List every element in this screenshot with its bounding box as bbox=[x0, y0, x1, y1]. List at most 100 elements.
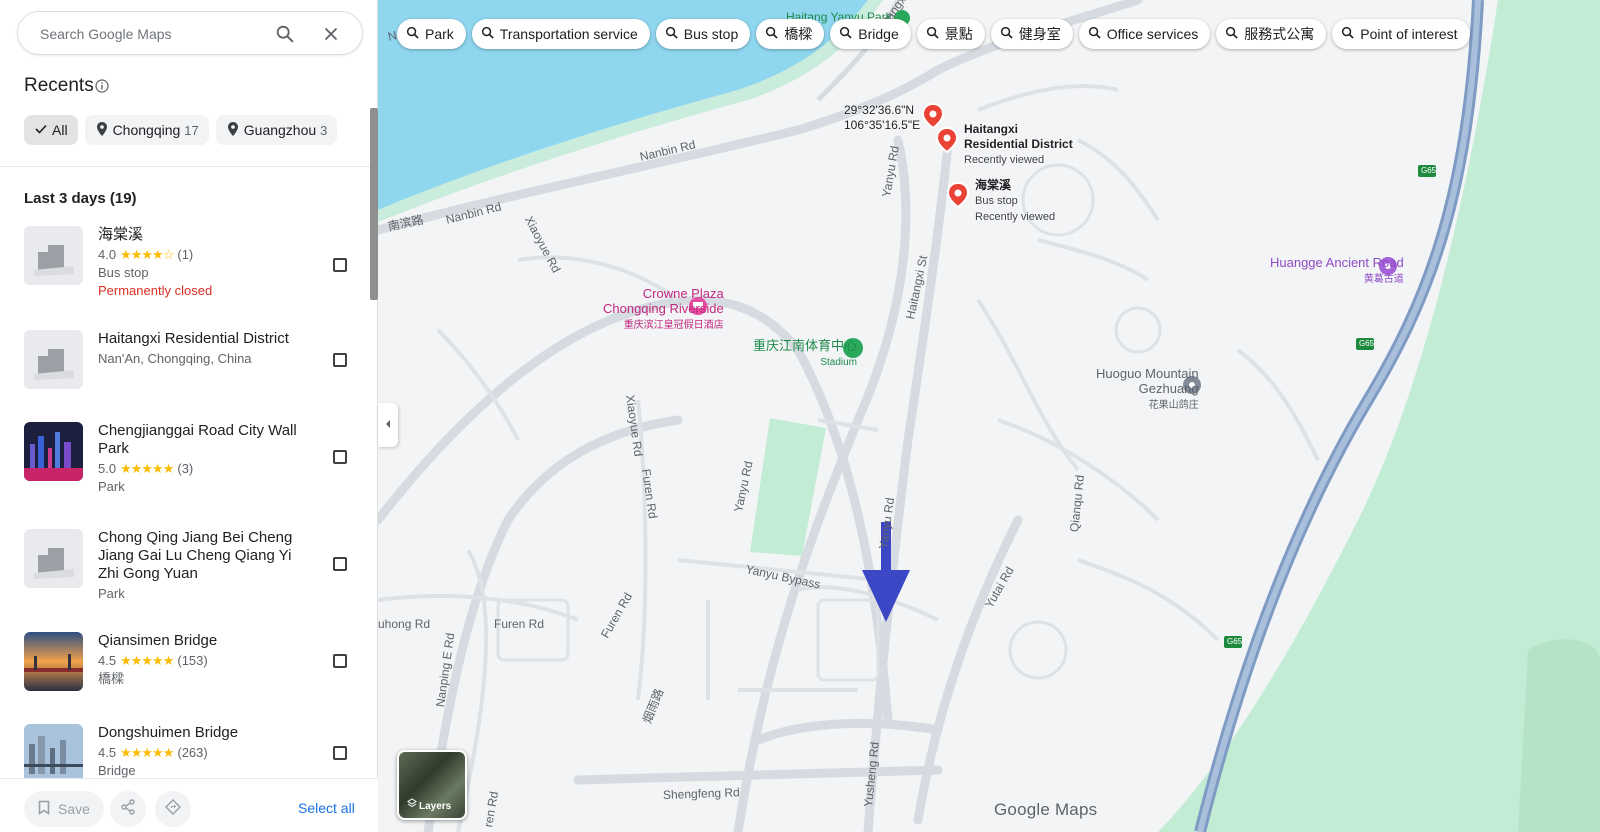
directions-button[interactable] bbox=[155, 791, 191, 827]
place-pin-icon bbox=[226, 121, 240, 140]
select-all-link[interactable]: Select all bbox=[298, 800, 355, 816]
poi-huoguo-mountain[interactable]: Huoguo Mountain Gezhuang 花果山鸽庄 bbox=[1096, 366, 1199, 413]
place-name: 海棠溪 bbox=[98, 226, 144, 243]
filter-chip[interactable]: 景點 bbox=[916, 19, 985, 49]
collapse-panel-button[interactable] bbox=[378, 403, 398, 447]
chip-all[interactable]: All bbox=[24, 115, 78, 145]
poi-crowne-plaza[interactable]: Crowne Plaza Chongqing Riverside 重庆滨江皇冠假… bbox=[603, 286, 724, 333]
poi-stadium[interactable]: 重庆江南体育中心 Stadium bbox=[753, 338, 857, 370]
road-label: Furen Rd bbox=[494, 617, 545, 631]
place-status: Permanently closed bbox=[98, 283, 213, 298]
rating-row: 4.5 ★★★★★ (153) bbox=[98, 652, 208, 670]
side-panel: Recents All Chongqing 17 Guangzhou 3 Las… bbox=[0, 0, 378, 832]
category-filter-chips: Park Transportation service Bus stop 橋樑 … bbox=[397, 19, 1470, 49]
pin-subtitle: Recently viewed bbox=[964, 154, 1045, 166]
search-icon bbox=[406, 26, 419, 42]
place-category: 橋樑 bbox=[98, 671, 125, 686]
share-button[interactable] bbox=[110, 791, 146, 827]
select-checkbox[interactable] bbox=[333, 450, 347, 464]
place-thumbnail bbox=[24, 422, 83, 481]
list-item[interactable]: Chengjianggai Road City Wall Park 5.0 ★★… bbox=[24, 422, 354, 502]
rating-stars: ★★★★☆ bbox=[120, 247, 174, 262]
rating-value: 5.0 bbox=[98, 461, 117, 476]
filter-chip[interactable]: 服務式公寓 bbox=[1216, 19, 1327, 49]
select-checkbox[interactable] bbox=[333, 258, 347, 272]
rating-value: 4.5 bbox=[98, 653, 117, 668]
filter-chip[interactable]: Office services bbox=[1078, 19, 1211, 49]
poi-name-cn: 重庆滨江皇冠假日酒店 bbox=[623, 320, 724, 331]
info-icon[interactable] bbox=[95, 79, 109, 98]
rating-row: 4.0 ★★★★☆ (1) bbox=[98, 246, 193, 264]
pin-label-haitangxi-district[interactable]: Haitangxi Residential District Recently … bbox=[964, 122, 1073, 168]
filter-chip[interactable]: 橋樑 bbox=[756, 19, 825, 49]
select-checkbox[interactable] bbox=[333, 746, 347, 760]
select-checkbox[interactable] bbox=[333, 353, 347, 367]
google-maps-logo: Google Maps bbox=[994, 800, 1098, 819]
filter-chip[interactable]: Point of interest bbox=[1332, 19, 1470, 49]
place-thumbnail bbox=[24, 529, 83, 588]
chip-guangzhou[interactable]: Guangzhou 3 bbox=[215, 115, 338, 145]
place-name: Haitangxi Residential District bbox=[98, 330, 289, 347]
place-thumbnail bbox=[24, 330, 83, 389]
poi-name: Huangge Ancient Road bbox=[1270, 255, 1404, 270]
list-scrollbar[interactable] bbox=[370, 108, 378, 300]
search-icon bbox=[1225, 26, 1238, 42]
filter-chip[interactable]: Bus stop bbox=[655, 19, 751, 49]
filter-label: Office services bbox=[1106, 26, 1199, 42]
search-icon[interactable] bbox=[274, 23, 296, 45]
coordinates-text: 29°32'36.6"N 106°35'16.5"E bbox=[844, 103, 921, 132]
caret-left-icon bbox=[384, 416, 392, 434]
poi-name-cn: 重庆江南体育中心 bbox=[753, 338, 858, 353]
pin-title: Haitangxi Residential District bbox=[964, 122, 1073, 151]
map-canvas[interactable]: 29°32'36.6"N 106°35'16.5"E Haitangxi Res… bbox=[378, 0, 1600, 832]
close-icon[interactable] bbox=[320, 23, 342, 45]
list-item[interactable]: Qiansimen Bridge 4.5 ★★★★★ (153) 橋樑 bbox=[24, 632, 354, 692]
section-title: Last 3 days (19) bbox=[24, 190, 137, 207]
chip-count: 3 bbox=[320, 122, 328, 138]
recents-filter-chips: All Chongqing 17 Guangzhou 3 bbox=[24, 115, 338, 145]
layers-button[interactable]: Layers bbox=[397, 750, 467, 820]
search-input[interactable] bbox=[40, 24, 270, 44]
place-category: Park bbox=[98, 479, 125, 494]
rating-value: 4.5 bbox=[98, 745, 117, 760]
search-icon bbox=[481, 26, 494, 42]
select-checkbox[interactable] bbox=[333, 654, 347, 668]
pin-title: 海棠溪 bbox=[975, 178, 1012, 192]
place-address: Nan'An, Chongqing, China bbox=[98, 351, 252, 366]
poi-name: Huoguo Mountain bbox=[1096, 366, 1199, 381]
poi-name: Crowne Plaza bbox=[642, 286, 724, 301]
share-icon bbox=[120, 798, 136, 820]
poi-huangge-road[interactable]: Huangge Ancient Road 黄葛古道 bbox=[1270, 255, 1404, 287]
list-item[interactable]: Dongshuimen Bridge 4.5 ★★★★★ (263) Bridg… bbox=[24, 724, 354, 778]
place-name: Dongshuimen Bridge bbox=[98, 724, 239, 741]
pin-subtitle: Bus stop Recently viewed bbox=[975, 195, 1056, 223]
pin-label-haitangxi-busstop[interactable]: 海棠溪 Bus stop Recently viewed bbox=[975, 178, 1055, 225]
place-category: Bus stop bbox=[98, 265, 149, 280]
review-count: (153) bbox=[177, 653, 208, 668]
search-box bbox=[17, 11, 363, 55]
bottom-action-bar: Save Select all bbox=[0, 778, 378, 832]
filter-chip[interactable]: Transportation service bbox=[471, 19, 650, 49]
filter-chip[interactable]: Park bbox=[397, 19, 466, 49]
list-item[interactable]: 海棠溪 4.0 ★★★★☆ (1) Bus stop Permanently c… bbox=[24, 226, 354, 306]
chip-chongqing[interactable]: Chongqing 17 bbox=[84, 115, 209, 145]
search-icon bbox=[839, 26, 852, 42]
place-thumbnail bbox=[24, 724, 83, 778]
list-item[interactable]: Haitangxi Residential District Nan'An, C… bbox=[24, 330, 354, 390]
rating-row: 5.0 ★★★★★ (3) bbox=[98, 460, 193, 478]
list-item[interactable]: Chong Qing Jiang Bei Cheng Jiang Gai Lu … bbox=[24, 529, 354, 609]
poi-name: Stadium bbox=[820, 357, 858, 368]
chip-label: Chongqing bbox=[112, 122, 181, 138]
filter-label: Park bbox=[425, 26, 454, 42]
filter-chip[interactable]: Bridge bbox=[830, 19, 911, 49]
select-checkbox[interactable] bbox=[333, 557, 347, 571]
search-icon bbox=[765, 26, 778, 42]
filter-label: Point of interest bbox=[1360, 26, 1458, 42]
rating-value: 4.0 bbox=[98, 247, 117, 262]
filter-chip[interactable]: 健身室 bbox=[990, 19, 1073, 49]
search-icon bbox=[1000, 26, 1013, 42]
divider bbox=[0, 166, 375, 167]
save-button[interactable]: Save bbox=[24, 791, 104, 827]
road-label: uhong Rd bbox=[378, 617, 431, 631]
filter-label: Bus stop bbox=[683, 26, 739, 42]
